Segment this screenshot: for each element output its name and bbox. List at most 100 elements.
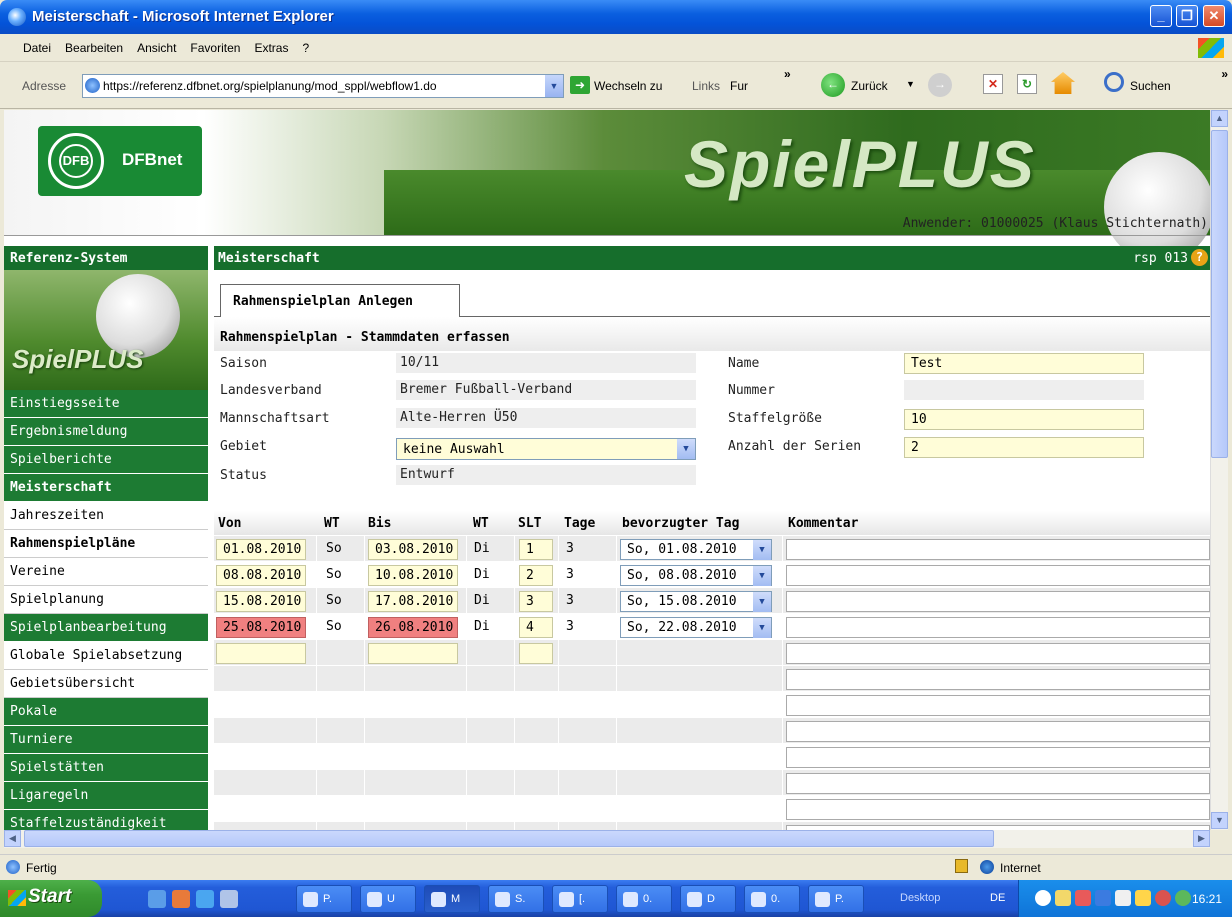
home-icon[interactable]: [1051, 72, 1075, 94]
quicklaunch-icon[interactable]: [172, 890, 190, 908]
sidebar-item-ligaregeln[interactable]: Ligaregeln: [4, 782, 208, 810]
menu-bearbeiten[interactable]: Bearbeiten: [58, 34, 130, 62]
vertical-scrollbar[interactable]: ▲ ▼: [1210, 110, 1228, 830]
chevron-down-icon[interactable]: ▼: [753, 540, 771, 560]
tray-icon[interactable]: [1035, 890, 1051, 906]
menu-extras[interactable]: Extras: [247, 34, 295, 62]
scroll-right-icon[interactable]: ▶: [1193, 830, 1210, 847]
back-dropdown-icon[interactable]: ▼: [906, 79, 915, 89]
menu-datei[interactable]: Datei: [16, 34, 58, 62]
sidebar-item-jahreszeiten[interactable]: Jahreszeiten: [4, 502, 208, 530]
scroll-thumb[interactable]: [1211, 130, 1228, 458]
von-input-error[interactable]: 25.08.2010: [216, 617, 306, 638]
menu-help[interactable]: ?: [295, 34, 316, 62]
sidebar-item-rahmenspielplaene[interactable]: Rahmenspielpläne: [4, 530, 208, 558]
scroll-left-icon[interactable]: ◀: [4, 830, 21, 847]
forward-icon[interactable]: →: [928, 73, 952, 97]
tray-icon[interactable]: [1055, 890, 1071, 906]
taskbar-button[interactable]: U: [360, 885, 416, 913]
chevron-down-icon[interactable]: ▼: [545, 75, 563, 97]
taskbar-button[interactable]: S.: [488, 885, 544, 913]
sidebar-item-pokale[interactable]: Pokale: [4, 698, 208, 726]
back-button[interactable]: Zurück: [851, 79, 888, 93]
gebiet-select[interactable]: keine Auswahl ▼: [396, 438, 696, 460]
name-input[interactable]: Test: [904, 353, 1144, 374]
bis-input-error[interactable]: 26.08.2010: [368, 617, 458, 638]
taskbar-button-active[interactable]: M: [424, 885, 480, 913]
sidebar-item-globale-spielabsetzung[interactable]: Globale Spielabsetzung: [4, 642, 208, 670]
language-indicator[interactable]: DE: [990, 892, 1005, 904]
search-icon[interactable]: [1104, 72, 1124, 92]
bevorzugter-tag-select[interactable]: So, 08.08.2010 ▼: [620, 565, 772, 586]
tab-rahmenspielplan-anlegen[interactable]: Rahmenspielplan Anlegen: [220, 284, 460, 317]
sidebar-item-spielstaetten[interactable]: Spielstätten: [4, 754, 208, 782]
kommentar-input[interactable]: [786, 721, 1210, 742]
taskbar-button[interactable]: 0.: [744, 885, 800, 913]
sidebar-item-turniere[interactable]: Turniere: [4, 726, 208, 754]
sidebar-item-spielplanbearbeitung[interactable]: Spielplanbearbeitung: [4, 614, 208, 642]
von-input[interactable]: 08.08.2010: [216, 565, 306, 586]
go-button[interactable]: Wechseln zu: [594, 79, 662, 93]
menu-favoriten[interactable]: Favoriten: [183, 34, 247, 62]
address-input[interactable]: https://referenz.dfbnet.org/spielplanung…: [82, 74, 564, 98]
kommentar-input[interactable]: [786, 773, 1210, 794]
tray-icon[interactable]: [1175, 890, 1191, 906]
scroll-thumb[interactable]: [24, 830, 994, 847]
sidebar-item-vereine[interactable]: Vereine: [4, 558, 208, 586]
slt-input[interactable]: 3: [519, 591, 553, 612]
staffelgroesse-input[interactable]: 10: [904, 409, 1144, 430]
quicklaunch-icon[interactable]: [148, 890, 166, 908]
bis-input[interactable]: 10.08.2010: [368, 565, 458, 586]
bevorzugter-tag-select[interactable]: So, 01.08.2010 ▼: [620, 539, 772, 560]
bevorzugter-tag-select[interactable]: So, 15.08.2010 ▼: [620, 591, 772, 612]
taskbar-button[interactable]: [.: [552, 885, 608, 913]
kommentar-input[interactable]: [786, 565, 1210, 586]
dfbnet-logo[interactable]: DFB DFBnet: [38, 126, 202, 196]
links-item[interactable]: Fur: [730, 79, 748, 93]
quicklaunch-icon[interactable]: [196, 890, 214, 908]
chevron-more-icon[interactable]: »: [784, 67, 791, 81]
horizontal-scrollbar[interactable]: ◀ ▶: [4, 830, 1210, 848]
kommentar-input[interactable]: [786, 695, 1210, 716]
slt-input[interactable]: 2: [519, 565, 553, 586]
bevorzugter-tag-select[interactable]: So, 22.08.2010 ▼: [620, 617, 772, 638]
kommentar-input[interactable]: [786, 799, 1210, 820]
chevron-down-icon[interactable]: ▼: [753, 566, 771, 586]
von-input[interactable]: 01.08.2010: [216, 539, 306, 560]
lock-icon[interactable]: [955, 859, 968, 873]
menu-ansicht[interactable]: Ansicht: [130, 34, 183, 62]
scroll-down-icon[interactable]: ▼: [1211, 812, 1228, 829]
tray-icon[interactable]: [1135, 890, 1151, 906]
help-icon[interactable]: ?: [1191, 249, 1208, 266]
close-button[interactable]: ✕: [1203, 5, 1225, 27]
sidebar-item-staffelzustaendigkeit[interactable]: Staffelzuständigkeit: [4, 810, 208, 830]
quicklaunch-icon[interactable]: [220, 890, 238, 908]
taskbar-button[interactable]: P.: [808, 885, 864, 913]
search-button[interactable]: Suchen: [1130, 79, 1171, 93]
von-input[interactable]: 15.08.2010: [216, 591, 306, 612]
slt-input[interactable]: [519, 643, 553, 664]
chevron-more-icon[interactable]: »: [1221, 67, 1228, 81]
bis-input[interactable]: 03.08.2010: [368, 539, 458, 560]
refresh-icon[interactable]: ↻: [1017, 74, 1037, 94]
chevron-down-icon[interactable]: ▼: [753, 592, 771, 612]
sidebar-item-spielberichte[interactable]: Spielberichte: [4, 446, 208, 474]
taskbar-button[interactable]: P.: [296, 885, 352, 913]
kommentar-input[interactable]: [786, 669, 1210, 690]
sidebar-item-ergebnismeldung[interactable]: Ergebnismeldung: [4, 418, 208, 446]
go-arrow-icon[interactable]: ➜: [570, 76, 590, 94]
von-input[interactable]: [216, 643, 306, 664]
back-icon[interactable]: ←: [821, 73, 845, 97]
taskbar-button[interactable]: 0.: [616, 885, 672, 913]
chevron-down-icon[interactable]: ▼: [677, 439, 695, 459]
tray-icon[interactable]: [1095, 890, 1111, 906]
sidebar-item-spielplanung[interactable]: Spielplanung: [4, 586, 208, 614]
kommentar-input[interactable]: [786, 747, 1210, 768]
slt-input[interactable]: 4: [519, 617, 553, 638]
sidebar-item-meisterschaft[interactable]: Meisterschaft: [4, 474, 208, 502]
tray-icon[interactable]: [1155, 890, 1171, 906]
chevron-down-icon[interactable]: ▼: [753, 618, 771, 638]
desktop-toolbar[interactable]: Desktop: [900, 892, 940, 904]
kommentar-input[interactable]: [786, 617, 1210, 638]
taskbar-button[interactable]: D: [680, 885, 736, 913]
